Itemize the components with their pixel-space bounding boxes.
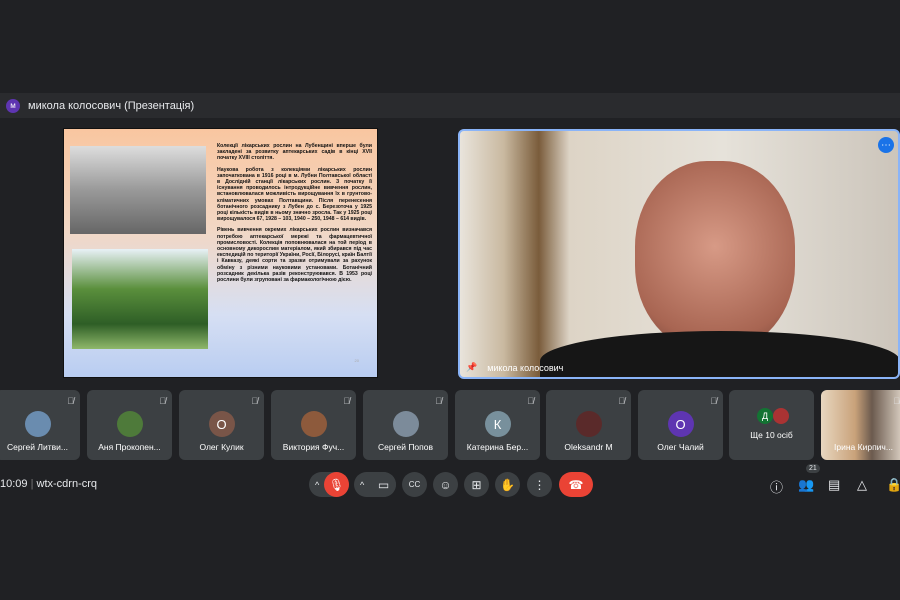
end-call-button[interactable]: ☎ — [559, 472, 593, 497]
activities-icon[interactable]: △ — [857, 477, 867, 493]
clock: 10:09 — [0, 478, 28, 490]
participant-tile[interactable]: 🎙̸ Сергей Литви... — [0, 390, 80, 460]
participant-name: Сергей Литви... — [7, 442, 68, 452]
info-icon[interactable]: ⓘ — [770, 477, 783, 496]
mic-off-icon: 🎙̸ — [893, 396, 900, 406]
present-button[interactable]: ⊞ — [464, 472, 489, 497]
participant-tile[interactable]: 🎙̸ О Олег Чалий — [638, 390, 723, 460]
people-count-badge: 21 — [806, 464, 820, 473]
presenter-label: микола колосович (Презентація) — [28, 99, 195, 112]
more-options-icon[interactable]: ⋯ — [878, 137, 894, 153]
avatar: О — [667, 411, 694, 437]
more-options-button[interactable]: ⋮ — [527, 472, 552, 497]
avatar — [24, 411, 51, 437]
avatar — [773, 408, 789, 424]
mic-off-icon: 🎙̸ — [343, 396, 350, 406]
mic-off-icon: 🎙̸ — [710, 396, 717, 406]
participant-name: Катерина Бер... — [466, 442, 529, 452]
slide-paragraph: Наукова робота з колекціями лікарських р… — [217, 166, 372, 223]
meeting-info: 10:09 | wtx-cdrn-crq — [0, 478, 98, 490]
speaker-face — [635, 161, 795, 351]
presentation-header: м микола колосович (Презентація) — [0, 93, 900, 118]
slide-page-number: 20 — [354, 358, 359, 363]
more-participants-label: Ще 10 осіб — [750, 430, 793, 440]
speaker-body — [540, 331, 898, 377]
mic-off-icon: 🎙̸ — [67, 396, 74, 406]
pin-icon[interactable]: 📌 — [466, 362, 477, 373]
control-bar: 10:09 | wtx-cdrn-crq ^ 🎙 ^ ▭ CC ☺ ⊞ ✋ ⋮ … — [0, 472, 900, 498]
avatar: О — [208, 411, 235, 437]
participant-name: Ірина Кирпич... — [834, 442, 893, 452]
participant-tile[interactable]: 🎙̸ Сергей Попов — [363, 390, 448, 460]
slide-photo-garden — [72, 249, 208, 349]
participant-name: Аня Прокопен... — [98, 442, 161, 452]
participant-name: Сергей Попов — [377, 442, 434, 452]
presenter-avatar: м — [6, 98, 20, 113]
mic-off-icon: 🎙̸ — [251, 396, 258, 406]
captions-button[interactable]: CC — [402, 472, 427, 497]
mic-off-button[interactable]: 🎙 — [324, 472, 349, 497]
speaker-name: микола колосович — [487, 362, 564, 373]
more-participants-tile[interactable]: Д Ще 10 осіб — [729, 390, 814, 460]
participant-tile[interactable]: 🎙̸ Виктория Фуч... — [271, 390, 356, 460]
slide-paragraph: Рівень вивчення окремих лікарських росли… — [217, 227, 372, 284]
slide-paragraph: Колекції лікарських рослин на Лубенщині … — [217, 143, 372, 162]
avatar — [392, 411, 419, 437]
slide-text: Колекції лікарських рослин на Лубенщині … — [217, 143, 372, 288]
participant-name: Олег Чалий — [657, 442, 704, 452]
participant-tile[interactable]: 🎙̸ Аня Прокопен... — [87, 390, 172, 460]
avatar — [116, 411, 143, 437]
mic-off-icon: 🎙̸ — [159, 396, 166, 406]
self-tile[interactable]: 🎙̸ Ірина Кирпич... — [821, 390, 900, 460]
participant-tile[interactable]: 🎙̸ К Катерина Бер... — [455, 390, 540, 460]
meeting-code: wtx-cdrn-crq — [36, 478, 98, 490]
host-controls-icon[interactable]: 🔒 — [886, 477, 900, 493]
participant-name: Олег Кулик — [199, 442, 244, 452]
avatar — [575, 411, 602, 437]
participant-name: Oleksandr M — [564, 442, 613, 452]
participant-tile[interactable]: 🎙̸ Oleksandr M — [546, 390, 631, 460]
avatar — [300, 411, 327, 437]
slide-photo-historic — [70, 146, 206, 234]
speaker-video[interactable]: ⋯ 📌 микола колосович — [458, 129, 900, 379]
participant-name: Виктория Фуч... — [282, 442, 345, 452]
chat-icon[interactable]: ▤ — [828, 477, 840, 493]
participant-tile[interactable]: 🎙̸ О Олег Кулик — [179, 390, 264, 460]
emoji-button[interactable]: ☺ — [433, 472, 458, 497]
mic-off-icon: 🎙̸ — [618, 396, 625, 406]
presentation-slide: Колекції лікарських рослин на Лубенщині … — [63, 128, 378, 378]
mic-off-icon: 🎙̸ — [435, 396, 442, 406]
people-icon[interactable]: 👥 — [798, 477, 814, 493]
camera-button[interactable]: ▭ — [371, 472, 396, 497]
avatar: Д — [757, 408, 773, 424]
mic-off-icon: 🎙̸ — [527, 396, 534, 406]
raise-hand-button[interactable]: ✋ — [495, 472, 520, 497]
avatar: К — [484, 411, 511, 437]
